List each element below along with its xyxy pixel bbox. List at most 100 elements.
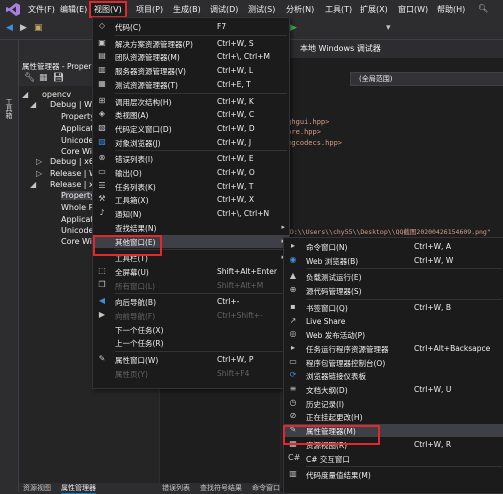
menu-separator: [115, 92, 287, 94]
menu-item[interactable]: ▦ 测试资源管理器(T) Ctrl+E, T: [93, 78, 289, 91]
start-debug-icon[interactable]: ▶: [290, 23, 297, 33]
source-control-icon: ⊕: [289, 285, 297, 295]
menu-build[interactable]: 生成(B): [173, 4, 201, 15]
menu-item[interactable]: ▪ 书签窗口(Q) Ctrl+W, B: [284, 301, 503, 314]
tree-expander-icon[interactable]: ▷: [36, 169, 42, 178]
menu-item[interactable]: ≡ 文档大纲(D) Ctrl+W, U: [284, 383, 503, 396]
menu-extensions[interactable]: 扩展(X): [360, 4, 388, 15]
back-icon[interactable]: ◀: [6, 23, 13, 33]
menu-separator: [115, 34, 287, 36]
menu-item-shortcut: Shift+Alt+Enter: [217, 266, 277, 276]
menu-item[interactable]: ◀ 向后导航(B) Ctrl+-: [93, 295, 289, 308]
tree-expander-icon[interactable]: ◢: [30, 180, 36, 189]
menu-item[interactable]: ▥ 代码度量值结果(M): [284, 468, 503, 481]
menu-item-label: 负载测试运行(E): [306, 273, 362, 283]
menu-item-shortcut: Ctrl+W, A: [414, 242, 451, 251]
menu-item[interactable]: ▣ 解决方案资源管理器(P) Ctrl+W, S: [93, 37, 289, 50]
menu-item[interactable]: ✎ 属性管理器(M): [284, 424, 503, 438]
menu-item[interactable]: 上一个任务(R): [93, 336, 289, 349]
menu-separator: [115, 351, 287, 353]
menu-item[interactable]: 查找结果(N) ▸: [93, 221, 289, 234]
forward-icon[interactable]: ▶: [20, 23, 27, 33]
tree-item-config[interactable]: Debug | Wi: [50, 100, 94, 109]
menu-item[interactable]: ⚒ 工具箱(X) Ctrl+W, X: [93, 193, 289, 206]
menu-item[interactable]: ◎ Web 发布活动(P): [284, 328, 503, 341]
tab-property-manager[interactable]: 属性管理器: [61, 483, 96, 494]
menu-item[interactable]: ▭ 程序包管理器控制台(O): [284, 356, 503, 369]
menu-project[interactable]: 项目(P): [136, 4, 163, 15]
menu-item[interactable]: ↗ Live Share: [284, 315, 503, 328]
menu-analyze[interactable]: 分析(N): [286, 4, 314, 15]
menu-item[interactable]: ♪ 通知(N) Ctrl+\, Ctrl+N: [93, 207, 289, 220]
menu-help[interactable]: 帮助(H): [437, 4, 465, 15]
tree-item-sheet[interactable]: Core Wir: [61, 237, 95, 246]
menu-item[interactable]: ▥ 服务器资源管理器(V) Ctrl+W, L: [93, 64, 289, 77]
add-sheet-icon[interactable]: ▦: [39, 73, 48, 83]
menu-test[interactable]: 测试(S): [248, 4, 275, 15]
menu-edit[interactable]: 编辑(E): [60, 4, 87, 15]
tree-item-sheet[interactable]: Applicati: [61, 215, 96, 224]
dropdown-chevron-icon[interactable]: ▾: [386, 23, 391, 33]
menu-item[interactable]: 工具栏(T)▸: [93, 251, 289, 264]
menu-item[interactable]: ☰ 任务列表(K) Ctrl+W, T: [93, 180, 289, 193]
menu-item-label: 通知(N): [115, 210, 142, 220]
menu-item[interactable]: ▲ 负载测试运行(E): [284, 270, 503, 283]
toolbox-tab[interactable]: 工具箱: [4, 98, 14, 119]
menu-item[interactable]: ◈ 类视图(A) Ctrl+W, C: [93, 108, 289, 121]
menu-item[interactable]: 下一个任务(X): [93, 323, 289, 336]
tree-item-sheet[interactable]: Unicode: [61, 226, 93, 235]
tree-item-config[interactable]: Release | W: [50, 169, 97, 178]
menu-tools[interactable]: 工具(T): [325, 4, 352, 15]
tree-item-sheet[interactable]: Property: [61, 112, 95, 121]
save-icon[interactable]: 💾︎: [53, 73, 64, 83]
menu-item[interactable]: ▧ 代码定义窗口(D) Ctrl+W, D: [93, 122, 289, 135]
menu-item[interactable]: ⟳ 浏览器链接仪表板: [284, 369, 503, 382]
menu-item[interactable]: ⊞ 调用层次结构(H) Ctrl+W, K: [93, 95, 289, 108]
tree-item-project[interactable]: opencv: [42, 90, 71, 99]
menu-item[interactable]: ▨ 对象浏览器(J) Ctrl+W, J: [93, 136, 289, 149]
tree-expander-icon[interactable]: ◢: [22, 90, 28, 99]
tree-expander-icon[interactable]: ▷: [36, 157, 42, 166]
menu-file[interactable]: 文件(F): [28, 4, 55, 15]
debugger-select[interactable]: 本地 Windows 调试器: [300, 43, 381, 54]
document-outline-icon: ≡: [289, 384, 297, 393]
scope-dropdown[interactable]: (全局范围): [350, 72, 503, 86]
menu-view[interactable]: 视图(V): [89, 1, 127, 18]
search-icon[interactable]: 🔍︎: [478, 4, 488, 13]
menu-item-shortcut: Ctrl+E, T: [217, 79, 251, 89]
menu-item[interactable]: 其他窗口(E)▸: [93, 234, 289, 248]
menu-item[interactable]: ⬚ 全屏幕(U) Shift+Alt+Enter: [93, 265, 289, 278]
tree-item-sheet[interactable]: Applicati: [61, 124, 96, 133]
properties-wrench-icon: ✎: [98, 354, 106, 364]
all-windows-icon: ❐: [98, 279, 106, 289]
menu-debug[interactable]: 调试(D): [210, 4, 238, 15]
property-manager-icon: ✎: [289, 425, 297, 435]
menu-item[interactable]: C# C# 交互窗口: [284, 452, 503, 465]
menu-item[interactable]: ◉ Web 浏览器(B) Ctrl+W, W: [284, 254, 503, 267]
menu-item-shortcut: Ctrl+\, Ctrl+M: [217, 52, 271, 62]
menu-item[interactable]: ✎ 属性窗口(W) Ctrl+W, P: [93, 353, 289, 366]
menu-item[interactable]: ⊘ 正在挂起更改(H): [284, 410, 503, 423]
tree-item-sheet[interactable]: Core Wir: [61, 147, 95, 156]
menu-item[interactable]: ⊕ 源代码管理器(S): [284, 284, 503, 297]
menu-item-label: 测试资源管理器(T): [115, 80, 178, 90]
menu-item[interactable]: ▦ 资源视图(R) Ctrl+W, R: [284, 438, 503, 451]
menu-separator: [306, 268, 502, 270]
menu-item-label: 错误列表(I): [115, 155, 154, 165]
editor-bottom-tabs: 错误列表 查找符号结果 命令窗口: [160, 483, 280, 492]
menu-item[interactable]: ◇ 代码(C) F7: [93, 20, 289, 33]
menu-window[interactable]: 窗口(W): [398, 4, 428, 15]
menu-item[interactable]: ▭ 输出(O) Ctrl+W, O: [93, 166, 289, 179]
menu-item-shortcut: Shift+Alt+M: [217, 280, 264, 290]
menu-item[interactable]: ◷ 历史记录(I): [284, 397, 503, 410]
wrench-icon[interactable]: 🔧︎: [24, 73, 35, 83]
menu-item[interactable]: ⊗ 错误列表(I) Ctrl+W, E: [93, 152, 289, 165]
new-project-icon[interactable]: ▣: [34, 23, 43, 33]
menu-item-label: 任务列表(K): [115, 182, 156, 192]
tree-expander-icon[interactable]: ◢: [30, 100, 36, 109]
menu-item[interactable]: ▸ 任务运行程序资源管理器 Ctrl+Alt+Backsapce: [284, 342, 503, 355]
menu-item-label: 下一个任务(X): [115, 325, 164, 335]
tree-item-sheet[interactable]: Unicode: [61, 136, 93, 145]
menu-item[interactable]: ▸ 命令窗口(N) Ctrl+W, A: [284, 240, 503, 253]
menu-item[interactable]: ▤ 团队资源管理器(M) Ctrl+\, Ctrl+M: [93, 50, 289, 63]
